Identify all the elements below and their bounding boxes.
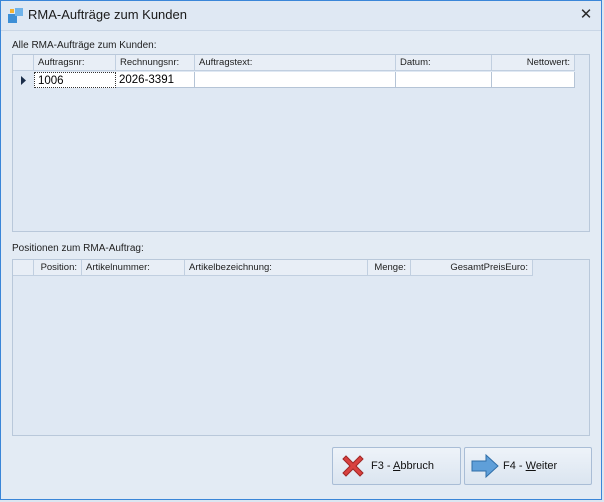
positions-label: Positionen zum RMA-Auftrag: — [12, 243, 144, 254]
col-menge[interactable]: Menge: — [368, 260, 411, 276]
next-button[interactable]: F4 - Weiter — [464, 447, 592, 485]
title-bar[interactable]: RMA-Aufträge zum Kunden ✕ — [1, 1, 601, 31]
col-nettowert[interactable]: Nettowert: — [492, 55, 575, 71]
cancel-button-label: F3 - Abbruch — [371, 460, 434, 472]
cell-auftragstext[interactable] — [195, 72, 396, 88]
col-artikelbezeichnung[interactable]: Artikelbezeichnung: — [185, 260, 368, 276]
positions-header: Position: Artikelnummer: Artikelbezeichn… — [13, 260, 589, 277]
cell-auftragsnr[interactable]: 1006 — [34, 72, 116, 88]
col-datum[interactable]: Datum: — [396, 55, 492, 71]
cell-nettowert[interactable] — [492, 72, 575, 88]
col-rechnungsnr[interactable]: Rechnungsnr: — [116, 55, 195, 71]
rma-dialog: RMA-Aufträge zum Kunden ✕ Alle RMA-Auftr… — [0, 0, 602, 500]
row-indicator-icon — [21, 76, 26, 85]
col-auftragstext[interactable]: Auftragstext: — [195, 55, 396, 71]
cell-datum[interactable] — [396, 72, 492, 88]
orders-grid[interactable]: Auftragsnr: Rechnungsnr: Auftragstext: D… — [12, 54, 590, 232]
orders-label: Alle RMA-Aufträge zum Kunden: — [12, 40, 157, 51]
positions-header-corner — [13, 260, 34, 276]
blue-arrow-icon — [471, 453, 499, 479]
orders-header: Auftragsnr: Rechnungsnr: Auftragstext: D… — [13, 55, 589, 72]
table-row[interactable]: 1006 2026-3391 — [13, 72, 575, 89]
next-button-label: F4 - Weiter — [503, 460, 558, 472]
window-title: RMA-Aufträge zum Kunden — [28, 7, 187, 22]
red-x-icon — [342, 455, 364, 477]
cell-rechnungsnr[interactable]: 2026-3391 — [116, 72, 195, 88]
app-icon — [8, 8, 23, 23]
close-icon[interactable]: ✕ — [573, 3, 599, 27]
col-gesamtpreis[interactable]: GesamtPreisEuro: — [411, 260, 533, 276]
positions-grid[interactable]: Position: Artikelnummer: Artikelbezeichn… — [12, 259, 590, 436]
col-position[interactable]: Position: — [34, 260, 82, 276]
col-artikelnummer[interactable]: Artikelnummer: — [82, 260, 185, 276]
orders-header-corner — [13, 55, 34, 71]
cancel-button[interactable]: F3 - Abbruch — [332, 447, 461, 485]
col-auftragsnr[interactable]: Auftragsnr: — [34, 55, 116, 71]
